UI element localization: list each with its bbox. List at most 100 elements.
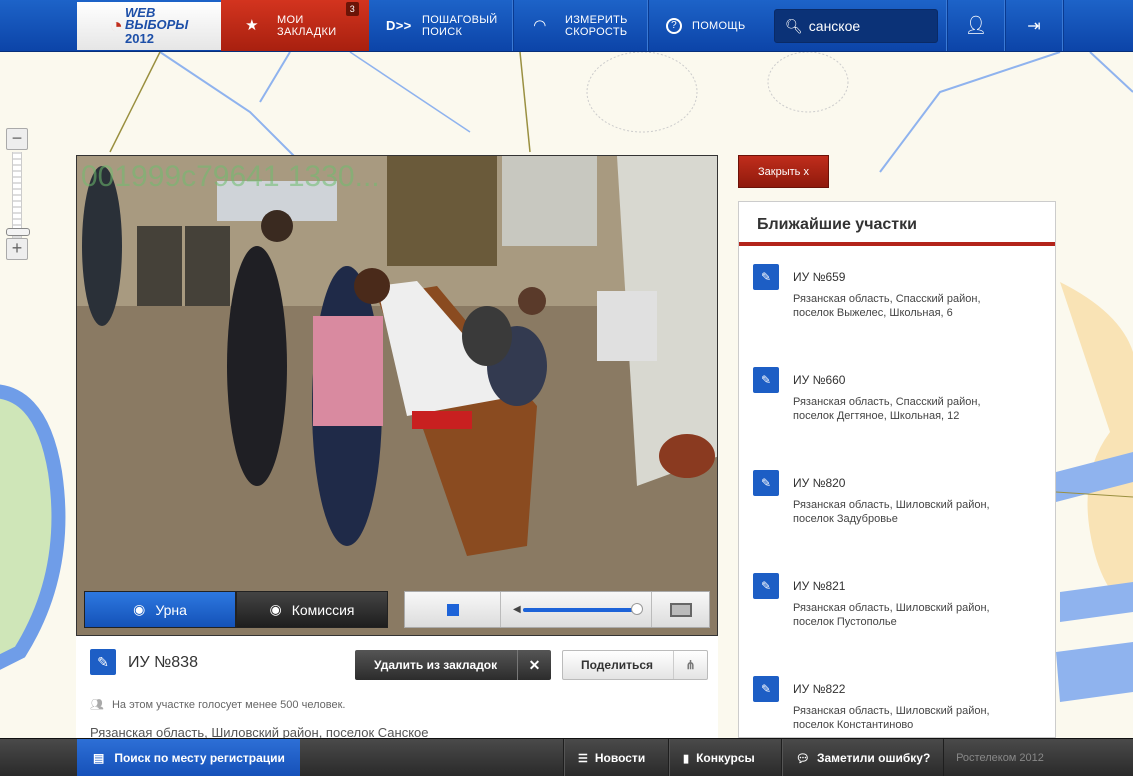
nearest-stations-panel: Ближайшие участки ✎ ИУ №659 Рязанская об… [738,201,1056,738]
share-icon: ⋔ [673,651,707,679]
address-line: Рязанская область, Шиловский район, [793,499,990,511]
camera-urn-label: Урна [155,601,187,618]
logo-swoosh-icon: ◔ [109,13,124,38]
address-line: поселок Дегтяное, Школьная, 12 [793,410,960,422]
volume-slider[interactable] [523,608,639,612]
video-overlay-id: 001999c79641 1330... [81,160,380,193]
address-line: поселок Константиново [793,719,914,731]
voters-note: 👥︎ На этом участке голосует менее 500 че… [90,698,346,712]
step-search-line1: ПОШАГОВЫЙ [422,13,498,26]
measure-speed-button[interactable]: ◠ ИЗМЕРИТЬ СКОРОСТЬ [513,0,647,51]
address-line: Рязанская область, Спасский район, [793,293,981,305]
nav-divider [1062,0,1063,51]
address-line: поселок Пустополье [793,616,897,628]
station-video-panel: 001999c79641 1330... ◉ Урна ◉ Комиссия ◀… [76,155,718,740]
camera-commission-label: Комиссия [291,601,355,618]
video-frame-image [77,156,717,635]
contests-label: Конкурсы [696,751,755,765]
star-icon: ★ [245,16,259,34]
profile-button[interactable]: 👤︎ [947,0,1005,51]
ballot-box-icon: ✎ [90,649,116,675]
speed-line2: СКОРОСТЬ [565,25,628,38]
nearest-station-address: Рязанская область, Шиловский район, посе… [793,601,1043,629]
close-button[interactable]: Закрыть x [738,155,829,188]
nearest-station-title: ИУ №822 [793,682,846,696]
fullscreen-icon [669,602,692,617]
nearest-station-address: Рязанская область, Спасский район, посел… [793,395,1043,423]
help-button[interactable]: ? ПОМОЩЬ [648,0,764,51]
report-error-label: Заметили ошибку? [816,751,931,765]
bar-chart-icon: ▮ [683,752,690,765]
logout-button[interactable]: ⇥ [1005,0,1063,51]
video-stream[interactable]: 001999c79641 1330... [76,155,718,636]
user-icon: 👤︎ [964,15,988,35]
search-box[interactable]: 🔍︎ [774,9,938,43]
logout-icon: ⇥ [1027,17,1041,35]
address-line: Рязанская область, Спасский район, [793,396,981,408]
camera-commission-button[interactable]: ◉ Комиссия [236,591,388,628]
list-icon: ☰ [578,752,588,765]
nearest-station-address: Рязанская область, Шиловский район, посе… [793,498,1043,526]
webcam-icon: ◉ [133,601,146,617]
zoom-out-button[interactable]: − [6,128,28,150]
zoom-slider-handle[interactable] [6,228,30,236]
ballot-box-icon: ✎ [753,470,779,496]
share-button[interactable]: Поделиться ⋔ [562,650,708,680]
document-icon: ▤ [93,751,105,765]
step-search-line2: ПОИСК [422,25,463,38]
step-search-button[interactable]: D>> ПОШАГОВЫЙ ПОИСК [370,0,512,51]
stop-button[interactable] [405,592,501,627]
minus-icon: − [11,128,23,148]
ballot-box-icon: ✎ [753,573,779,599]
camera-urn-button[interactable]: ◉ Урна [84,591,236,628]
speaker-icon: ◀ [513,604,521,615]
search-input[interactable] [808,18,929,34]
address-line: поселок Выжелес, Школьная, 6 [793,307,953,319]
search-by-registration-label: Поиск по месту регистрации [114,751,285,765]
report-error-link[interactable]: 💬︎ Заметили ошибку? [781,739,943,776]
address-line: Рязанская область, Шиловский район, [793,705,990,717]
help-circle-icon: ? [666,17,682,34]
logo-year: 2012 [125,30,154,46]
my-bookmarks-button[interactable]: ★ МОИ ЗАКЛАДКИ 3 [221,0,369,51]
search-by-registration-button[interactable]: ▤ Поиск по месту регистрации [77,739,300,776]
voters-note-text: На этом участке голосует менее 500 челов… [111,698,346,711]
copyright: Ростелеком 2012 [943,739,1056,776]
zoom-slider-track[interactable] [12,152,22,238]
search-icon: 🔍︎ [785,17,803,34]
help-label: ПОМОЩЬ [692,19,746,32]
share-label: Поделиться [581,658,654,672]
speech-bubble-icon: 💬︎ [796,752,810,765]
delete-bookmark-button[interactable]: Удалить из закладок ✕ [355,650,551,680]
ballot-box-icon: ✎ [753,264,779,290]
bookmarks-count-badge: 3 [345,2,359,16]
volume-handle[interactable] [631,603,643,615]
webcam-icon: ◉ [269,601,282,617]
contests-link[interactable]: ▮ Конкурсы [668,739,771,776]
address-line: Рязанская область, Шиловский район, [793,602,990,614]
zoom-in-button[interactable]: + [6,238,28,260]
speedometer-icon: ◠ [533,16,547,34]
fast-forward-icon: D>> [386,17,412,33]
nearest-station-title: ИУ №660 [793,373,846,387]
nearest-station-address: Рязанская область, Спасский район, посел… [793,292,1043,320]
ballot-box-icon: ✎ [753,676,779,702]
nearest-station-title: ИУ №659 [793,270,846,284]
people-icon: 👥︎ [90,699,104,711]
plus-icon: + [11,238,23,258]
webvybory-logo[interactable]: ◔ WEB ВЫБОРЫ 2012 [77,2,221,50]
bookmarks-label-line2: ЗАКЛАДКИ [277,25,337,38]
logo-line2: ВЫБОРЫ [125,16,189,32]
address-line: поселок Задубровье [793,513,898,525]
nearest-station-title: ИУ №821 [793,579,846,593]
volume-fill [523,608,634,612]
news-label: Новости [594,751,646,765]
ballot-box-icon: ✎ [753,367,779,393]
speed-line1: ИЗМЕРИТЬ [565,13,628,26]
news-link[interactable]: ☰ Новости [563,739,660,776]
footer-bar: ▤ Поиск по месту регистрации ☰ Новости ▮… [0,738,1133,776]
fullscreen-button[interactable] [651,592,709,627]
map-zoom-control: − + [6,128,30,260]
delete-bookmark-label: Удалить из закладок [374,658,498,672]
close-icon: ✕ [517,650,551,680]
